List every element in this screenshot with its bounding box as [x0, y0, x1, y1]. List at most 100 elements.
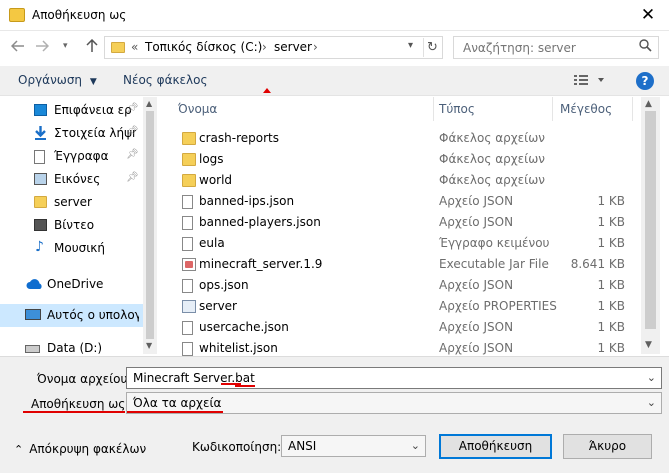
sidebar-item-pictures[interactable]: Εικόνες 📌︎: [0, 168, 143, 191]
up-button[interactable]: [82, 38, 102, 58]
new-folder-button[interactable]: Νέος φάκελος: [123, 73, 208, 87]
sidebar-item-downloads[interactable]: Στοιχεία λήψη 📌︎: [0, 122, 143, 145]
file-type: Αρχείο JSON: [439, 320, 514, 334]
folder-icon: [9, 8, 25, 22]
file-row[interactable]: server Αρχείο PROPERTIES 1 KB: [175, 296, 627, 317]
sidebar-scrollbar[interactable]: ▲ ▼: [143, 97, 157, 354]
save-button[interactable]: Αποθήκευση: [439, 434, 552, 459]
file-row[interactable]: minecraft_server.1.9 Executable Jar File 8…: [175, 254, 627, 275]
refresh-icon: ↻: [427, 40, 438, 55]
sidebar-item-server[interactable]: server: [0, 191, 143, 214]
scroll-up-icon: ▲: [645, 99, 652, 109]
breadcrumb-separator[interactable]: ›: [262, 40, 267, 54]
file-type: Executable Jar File: [439, 257, 549, 271]
folder-icon: [182, 174, 196, 187]
column-header-size[interactable]: Μέγεθος: [560, 102, 612, 126]
chevron-down-icon[interactable]: ▾: [408, 40, 413, 51]
hide-folders-button[interactable]: ⌃ Απόκρυψη φακέλων: [14, 442, 146, 456]
organize-button[interactable]: Οργάνωση ▼: [18, 73, 97, 87]
column-header-name[interactable]: Όνομα: [178, 102, 217, 126]
folder-icon: [111, 42, 125, 53]
sidebar-item-videos[interactable]: Βίντεο: [0, 214, 143, 237]
jar-icon: [182, 258, 196, 271]
pin-icon: 📌︎: [126, 149, 139, 160]
file-icon: [182, 321, 193, 335]
close-icon: ✕: [640, 5, 656, 25]
chevron-down-icon[interactable]: ⌄: [411, 439, 420, 452]
encoding-value: ANSI: [288, 439, 317, 453]
scrollbar-thumb[interactable]: [146, 111, 154, 339]
breadcrumb-drive[interactable]: Τοπικός δίσκος (C:): [145, 40, 262, 54]
file-type: Αρχείο JSON: [439, 194, 514, 208]
properties-icon: [182, 300, 196, 313]
refresh-button[interactable]: ↻: [423, 38, 441, 57]
column-divider[interactable]: [433, 97, 434, 121]
forward-arrow-icon: [36, 40, 50, 52]
annotation-underline: [127, 411, 223, 413]
sidebar-item-documents[interactable]: Έγγραφα 📌︎: [0, 145, 143, 168]
download-icon: [35, 126, 46, 140]
sidebar-item-label: Στοιχεία λήψη: [54, 126, 136, 140]
file-row[interactable]: banned-ips.json Αρχείο JSON 1 KB: [175, 191, 627, 212]
column-divider[interactable]: [552, 97, 553, 121]
help-icon: ?: [641, 74, 649, 88]
forward-button[interactable]: [32, 38, 52, 58]
scrollbar-thumb[interactable]: [645, 111, 656, 329]
file-row[interactable]: ops.json Αρχείο JSON 1 KB: [175, 275, 627, 296]
navigation-pane: Επιφάνεια ερ 📌︎ Στοιχεία λήψη 📌︎ Έγγραφα…: [0, 97, 143, 355]
annotation-underline: [221, 383, 241, 385]
sidebar-item-label: OneDrive: [47, 277, 104, 291]
drive-icon: [25, 345, 40, 353]
address-overflow[interactable]: «: [131, 40, 138, 54]
file-row[interactable]: banned-players.json Αρχείο JSON 1 KB: [175, 212, 627, 233]
file-row[interactable]: eula Έγγραφο κειμένου 1 KB: [175, 233, 627, 254]
close-button[interactable]: ✕: [628, 1, 668, 29]
onedrive-icon: [26, 279, 42, 289]
pin-icon: 📌︎: [126, 172, 139, 183]
chevron-down-icon: ▼: [89, 77, 97, 87]
file-row[interactable]: usercache.json Αρχείο JSON 1 KB: [175, 317, 627, 338]
file-row[interactable]: logs Φάκελος αρχείων: [175, 149, 627, 170]
chevron-down-icon[interactable]: ⌄: [647, 396, 656, 409]
file-name: ops.json: [199, 278, 249, 292]
sidebar-item-desktop[interactable]: Επιφάνεια ερ 📌︎: [0, 99, 143, 122]
encoding-label: Κωδικοποίηση:: [192, 440, 282, 454]
documents-icon: [34, 150, 45, 164]
file-size: 1 KB: [597, 341, 625, 355]
pictures-icon: [34, 173, 47, 185]
column-header-type[interactable]: Τύπος: [439, 102, 475, 126]
file-name: usercache.json: [199, 320, 289, 334]
folder-icon: [182, 132, 196, 145]
address-bar[interactable]: « Τοπικός δίσκος (C:) › server › ▾ ↻: [104, 36, 443, 59]
view-options-button[interactable]: [574, 74, 604, 90]
sidebar-item-this-pc[interactable]: Αυτός ο υπολογισ: [0, 304, 143, 327]
cancel-button[interactable]: Άκυρο: [563, 434, 652, 459]
search-input[interactable]: [461, 40, 621, 56]
sidebar-item-label: Αυτός ο υπολογισ: [47, 308, 139, 322]
pin-icon: 📌︎: [126, 126, 139, 137]
folder-icon: [182, 153, 196, 166]
file-icon: [182, 216, 193, 230]
file-row[interactable]: crash-reports Φάκελος αρχείων: [175, 128, 627, 149]
breadcrumb-separator[interactable]: ›: [313, 40, 318, 54]
search-box[interactable]: [453, 36, 659, 59]
filename-input[interactable]: Minecraft Server.bat ⌄: [126, 367, 662, 389]
back-button[interactable]: [8, 38, 28, 58]
file-row[interactable]: world Φάκελος αρχείων: [175, 170, 627, 191]
file-type: Αρχείο JSON: [439, 341, 514, 355]
window-title: Αποθήκευση ως: [32, 8, 127, 22]
file-size: 8.641 KB: [570, 257, 625, 271]
recent-locations-chevron-icon[interactable]: ▾: [63, 41, 68, 51]
chevron-down-icon[interactable]: ⌄: [647, 371, 656, 384]
breadcrumb-server[interactable]: server: [274, 40, 312, 54]
sidebar-item-onedrive[interactable]: OneDrive: [0, 273, 143, 296]
column-divider[interactable]: [632, 97, 633, 121]
encoding-select[interactable]: ANSI ⌄: [281, 435, 426, 457]
help-button[interactable]: ?: [636, 72, 654, 90]
up-arrow-icon: [86, 38, 98, 52]
sidebar-item-music[interactable]: ♪ Μουσική: [0, 237, 143, 260]
text-file-icon: [182, 237, 193, 251]
file-list-scrollbar[interactable]: ▲ ▼: [641, 97, 660, 354]
sidebar-item-label: Επιφάνεια ερ: [54, 103, 132, 117]
file-type: Αρχείο JSON: [439, 215, 514, 229]
